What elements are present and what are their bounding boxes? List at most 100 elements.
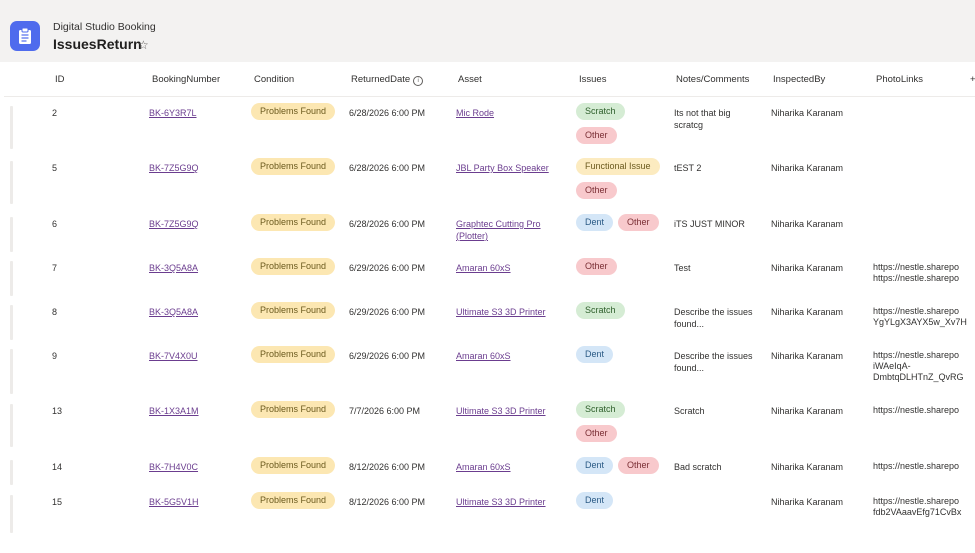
column-header-inspectedby[interactable]: InspectedBy	[773, 74, 825, 85]
row-selector[interactable]	[10, 161, 13, 204]
returned-date-cell: 8/12/2026 6:00 PM	[349, 497, 426, 507]
booking-number-link[interactable]: BK-3Q5A8A	[149, 262, 198, 274]
column-header-photolinks[interactable]: PhotoLinks	[876, 74, 923, 85]
booking-number-link[interactable]: BK-5G5V1H	[149, 496, 199, 508]
table-row[interactable]: 7 BK-3Q5A8A Problems Found 6/29/2026 6:00 P…	[4, 258, 975, 296]
photo-link[interactable]: https://nestle.sharepo	[873, 306, 959, 317]
issue-badge: Other	[576, 127, 617, 144]
asset-link[interactable]: Amaran 60xS	[456, 461, 511, 473]
row-selector[interactable]	[10, 404, 13, 447]
notes-cell: Bad scratch	[674, 462, 722, 472]
asset-link[interactable]: JBL Party Box Speaker	[456, 162, 549, 174]
inspected-by-cell: Niharika Karanam	[771, 497, 844, 507]
inspected-by-cell: Niharika Karanam	[771, 263, 844, 273]
info-icon[interactable]: i	[413, 76, 424, 86]
photo-link[interactable]: https://nestle.sharepo	[873, 461, 959, 472]
issue-badge: Scratch	[576, 302, 625, 319]
column-header-asset[interactable]: Asset	[458, 74, 482, 85]
inspected-by-cell: Niharika Karanam	[771, 307, 844, 317]
booking-number-link[interactable]: BK-7V4X0U	[149, 350, 198, 362]
row-selector[interactable]	[10, 495, 13, 533]
column-header-returneddate[interactable]: ReturnedDate i	[351, 74, 424, 86]
photo-link-text: iWAeIqA-	[873, 361, 911, 371]
condition-badge: Problems Found	[251, 158, 336, 175]
booking-number-link[interactable]: BK-7Z5G9Q	[149, 162, 199, 174]
condition-badge: Problems Found	[251, 492, 336, 509]
issue-badge: Scratch	[576, 401, 625, 418]
issue-badge: Functional Issue	[576, 158, 660, 175]
issue-badge: Other	[576, 425, 617, 442]
issue-badge: Other	[618, 457, 659, 474]
row-selector[interactable]	[10, 261, 13, 296]
issue-badge: Dent	[576, 346, 614, 363]
row-selector[interactable]	[10, 106, 13, 149]
photo-link[interactable]: https://nestle.sharepo	[873, 405, 959, 416]
column-header-id[interactable]: ID	[55, 74, 65, 85]
notes-cell: Describe the issues	[674, 307, 753, 317]
returned-date-cell: 6/28/2026 6:00 PM	[349, 163, 426, 173]
booking-number-link[interactable]: BK-7H4V0C	[149, 461, 198, 473]
condition-badge: Problems Found	[251, 103, 336, 120]
table-row[interactable]: 9 BK-7V4X0U Problems Found 6/29/2026 6:00 P…	[4, 346, 975, 394]
list-panel: ID BookingNumber Condition ReturnedDate i…	[4, 62, 975, 553]
issue-badge: Other	[576, 182, 617, 199]
column-header-bookingnumber[interactable]: BookingNumber	[152, 74, 220, 85]
photo-link[interactable]: https://nestle.sharepo	[873, 273, 959, 284]
column-header-notes[interactable]: Notes/Comments	[676, 74, 749, 85]
id-cell: 8	[52, 307, 58, 317]
asset-link[interactable]: Ultimate S3 3D Printer	[456, 405, 546, 417]
notes-cell: Describe the issues	[674, 351, 753, 361]
issue-badge: Dent	[576, 492, 614, 509]
table-row[interactable]: 13 BK-1X3A1M Problems Found 7/7/2026 6:00 P…	[4, 401, 975, 447]
issue-badge: Other	[576, 258, 617, 275]
asset-link[interactable]: Ultimate S3 3D Printer	[456, 306, 546, 318]
booking-number-link[interactable]: BK-7Z5G9Q	[149, 218, 199, 230]
column-header-label: ReturnedDate	[351, 74, 411, 85]
notes-cell: found...	[674, 319, 705, 329]
id-cell: 15	[52, 497, 63, 507]
table-row[interactable]: 8 BK-3Q5A8A Problems Found 6/29/2026 6:00 P…	[4, 302, 975, 340]
asset-link[interactable]: Graphtec Cutting Pro	[456, 218, 541, 230]
asset-link[interactable]: Ultimate S3 3D Printer	[456, 496, 546, 508]
booking-number-link[interactable]: BK-3Q5A8A	[149, 306, 198, 318]
returned-date-cell: 7/7/2026 6:00 PM	[349, 406, 421, 416]
inspected-by-cell: Niharika Karanam	[771, 219, 844, 229]
column-header-condition[interactable]: Condition	[254, 74, 294, 85]
condition-badge: Problems Found	[251, 457, 336, 474]
table-row[interactable]: 14 BK-7H4V0C Problems Found 8/12/2026 6:00 …	[4, 457, 975, 485]
asset-link[interactable]: (Plotter)	[456, 230, 488, 242]
photo-link-text: fdb2VAaavEfg71CvBx	[873, 507, 962, 517]
table-row[interactable]: 6 BK-7Z5G9Q Problems Found 6/28/2026 6:00 P…	[4, 214, 975, 252]
asset-link[interactable]: Amaran 60xS	[456, 262, 511, 274]
photo-link-text: YgYLgX3AYX5w_Xv7H	[873, 317, 967, 327]
returned-date-cell: 6/29/2026 6:00 PM	[349, 263, 426, 273]
photo-link[interactable]: https://nestle.sharepo	[873, 262, 959, 273]
row-selector[interactable]	[10, 217, 13, 252]
asset-link[interactable]: Amaran 60xS	[456, 350, 511, 362]
notes-cell: found...	[674, 363, 705, 373]
photo-link[interactable]: https://nestle.sharepo	[873, 350, 959, 361]
row-selector[interactable]	[10, 460, 13, 485]
photo-link[interactable]: https://nestle.sharepo	[873, 496, 959, 507]
table-row[interactable]: 2 BK-6Y3R7L Problems Found 6/28/2026 6:00 P…	[4, 103, 975, 149]
notes-cell: scratcg	[674, 120, 704, 130]
table-row[interactable]: 5 BK-7Z5G9Q Problems Found 6/28/2026 6:00 P…	[4, 158, 975, 204]
returned-date-cell: 6/29/2026 6:00 PM	[349, 307, 426, 317]
notes-cell: Its not that big	[674, 108, 731, 118]
column-header-row: ID BookingNumber Condition ReturnedDate i…	[4, 62, 975, 97]
id-cell: 6	[52, 219, 58, 229]
notes-cell: iTS JUST MINOR	[674, 219, 745, 229]
row-selector[interactable]	[10, 305, 13, 340]
table-row[interactable]: 15 BK-5G5V1H Problems Found 8/12/2026 6:00 …	[4, 492, 975, 533]
booking-number-link[interactable]: BK-6Y3R7L	[149, 107, 197, 119]
add-column-button[interactable]: +	[970, 74, 975, 85]
condition-badge: Problems Found	[251, 302, 336, 319]
column-header-issues[interactable]: Issues	[579, 74, 606, 85]
asset-link[interactable]: Mic Rode	[456, 107, 494, 119]
favorite-star-icon[interactable]: ☆	[138, 38, 149, 52]
clipboard-icon[interactable]	[10, 21, 40, 51]
row-selector[interactable]	[10, 349, 13, 394]
app-subtitle: Digital Studio Booking	[53, 21, 156, 33]
booking-number-link[interactable]: BK-1X3A1M	[149, 405, 199, 417]
id-cell: 2	[52, 108, 58, 118]
